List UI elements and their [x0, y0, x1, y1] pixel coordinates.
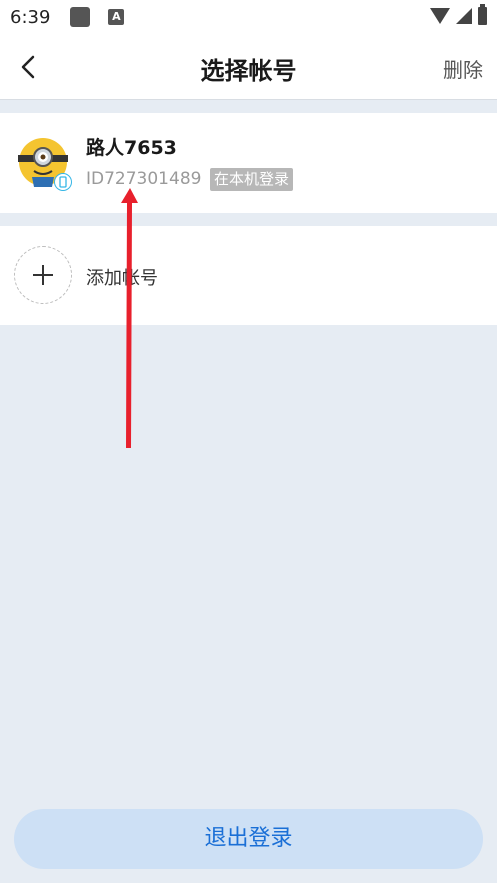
- signal-icon: [456, 8, 472, 24]
- nav-bar: 选择帐号 删除: [0, 34, 497, 100]
- add-account-label: 添加帐号: [86, 268, 158, 289]
- status-icons: [430, 4, 487, 25]
- add-circle: [14, 246, 72, 304]
- notification-square-icon: [70, 7, 91, 27]
- account-id: ID727301489: [86, 169, 202, 189]
- battery-icon: [478, 4, 487, 25]
- status-time: 6:39: [10, 6, 51, 28]
- wifi-icon: [430, 8, 450, 24]
- account-name: 路人7653: [86, 137, 177, 159]
- logout-button[interactable]: 退出登录: [14, 809, 483, 869]
- phone-badge-icon: [54, 173, 72, 191]
- avatar: [18, 137, 72, 191]
- page-title: 选择帐号: [200, 57, 297, 85]
- status-badge: 在本机登录: [210, 168, 294, 191]
- divider: [0, 99, 497, 100]
- keyboard-a-icon: A: [108, 9, 125, 25]
- plus-icon: [33, 265, 53, 285]
- delete-button[interactable]: 删除: [443, 54, 483, 83]
- status-bar: 6:39 A: [0, 0, 497, 34]
- account-item[interactable]: 路人7653 ID727301489 在本机登录: [0, 113, 497, 213]
- add-account-button[interactable]: 添加帐号: [0, 226, 497, 325]
